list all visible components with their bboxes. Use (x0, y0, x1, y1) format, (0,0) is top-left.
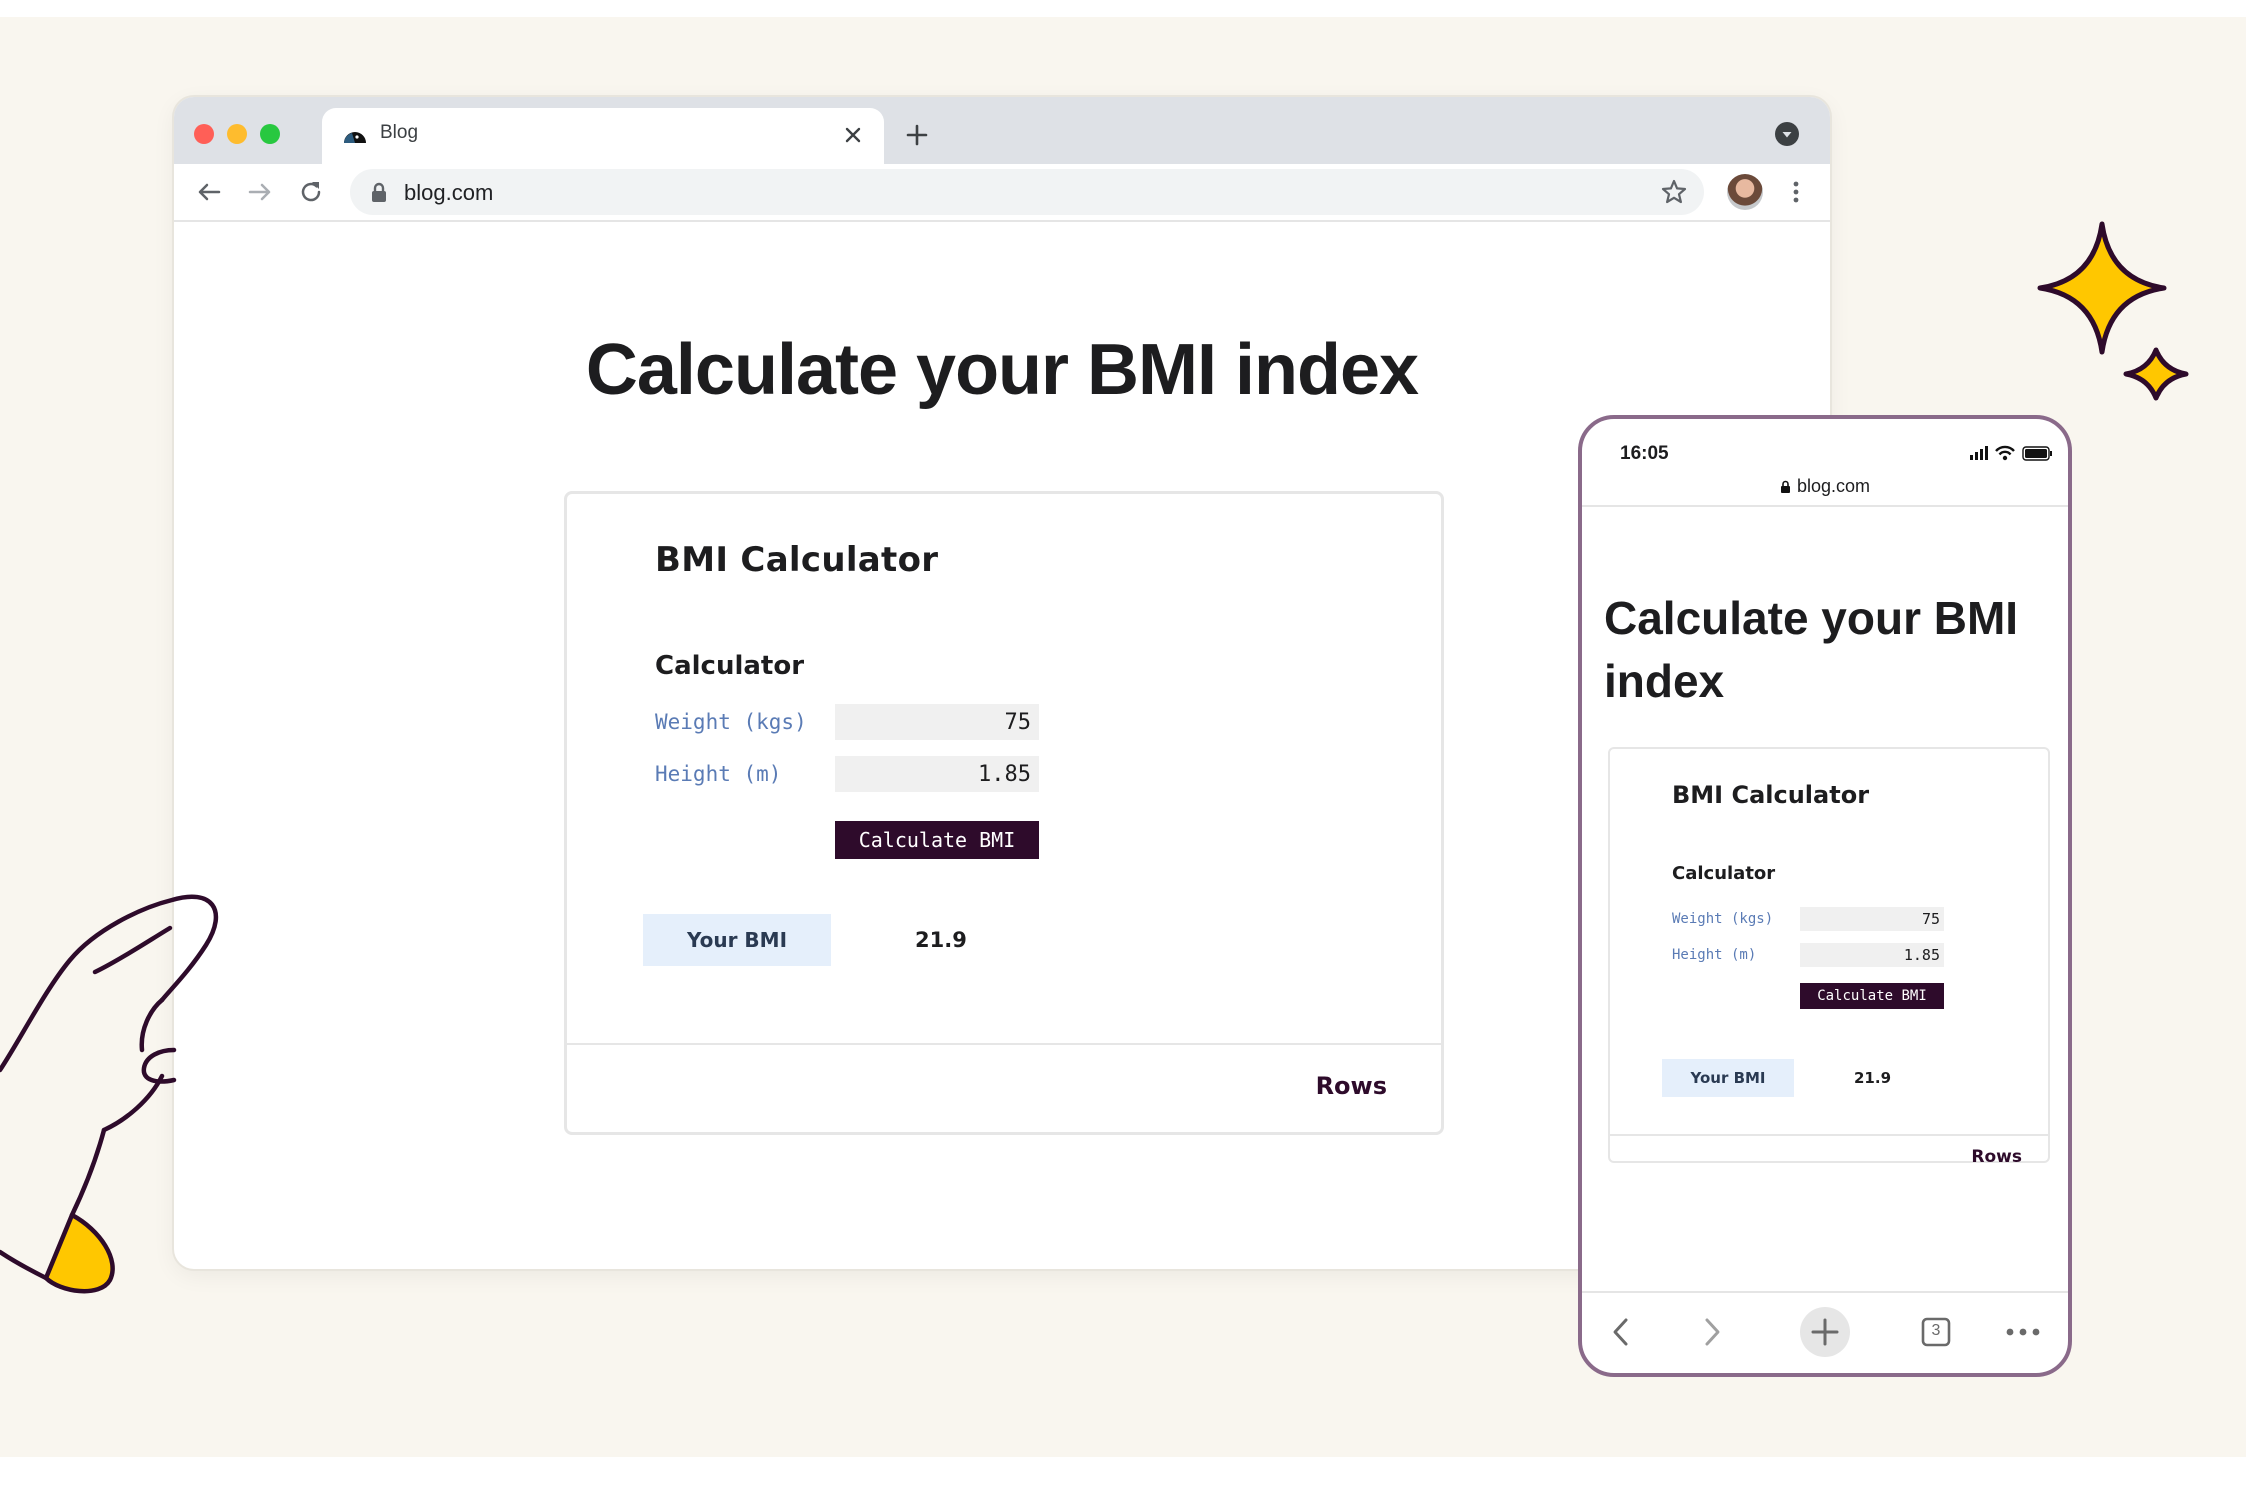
result-label: Your BMI (643, 914, 831, 966)
result-value: 21.9 (915, 928, 967, 952)
header-divider (1582, 505, 2068, 507)
lock-icon (372, 182, 386, 202)
card-title: BMI Calculator (655, 540, 939, 580)
reload-icon[interactable] (296, 177, 326, 207)
blog-favicon-icon (344, 132, 366, 143)
mobile-height-label: Height (m) (1672, 947, 1757, 963)
plus-icon[interactable] (1798, 1305, 1852, 1359)
mobile-page-title: Calculate your BMI index (1604, 592, 2019, 707)
calculate-bmi-button[interactable]: Calculate BMI (835, 821, 1039, 859)
address-bar[interactable]: blog.com (350, 169, 1704, 215)
mobile-address-bar[interactable]: blog.com (1582, 476, 2068, 497)
mobile-card-title: BMI Calculator (1672, 781, 1870, 809)
sparkle-stars-icon (2037, 221, 2189, 401)
status-icons (1970, 445, 2052, 461)
wifi-icon (1995, 445, 2015, 461)
arrow-right-icon[interactable] (245, 177, 275, 207)
battery-icon (2022, 446, 2052, 461)
chevron-left-icon[interactable] (1594, 1305, 1648, 1359)
close-window-button[interactable] (194, 124, 214, 144)
arrow-left-icon[interactable] (194, 177, 224, 207)
height-label: Height (m) (655, 762, 782, 786)
more-options-icon[interactable] (1996, 1305, 2050, 1359)
lock-icon (1780, 480, 1790, 493)
mobile-card-divider (1610, 1134, 2048, 1136)
minimize-window-button[interactable] (227, 124, 247, 144)
mobile-section-label: Calculator (1672, 863, 1776, 884)
profile-avatar[interactable] (1727, 174, 1763, 210)
tab-blog[interactable]: Blog (322, 108, 884, 164)
mobile-result-value: 21.9 (1854, 1069, 1892, 1087)
mobile-weight-input[interactable] (1800, 907, 1944, 931)
weight-input[interactable] (835, 704, 1039, 740)
height-input[interactable] (835, 756, 1039, 792)
section-label: Calculator (655, 651, 805, 681)
tab-strip: Blog (174, 97, 1830, 164)
signal-icon (1970, 446, 1988, 460)
card-divider (567, 1043, 1441, 1045)
star-icon[interactable] (1660, 178, 1688, 206)
rows-link[interactable]: Rows (1316, 1072, 1387, 1100)
weight-label: Weight (kgs) (655, 710, 807, 734)
browser-toolbar: blog.com (174, 164, 1830, 222)
url-text: blog.com (404, 180, 494, 205)
mobile-result-label: Your BMI (1662, 1059, 1794, 1097)
bmi-calculator-card: BMI Calculator Calculator Weight (kgs) H… (564, 491, 1444, 1135)
tabs-button[interactable]: 3 (1909, 1305, 1963, 1359)
mobile-phone: 16:05 blog.com Calculate your BMI index … (1578, 415, 2072, 1377)
mobile-rows-link[interactable]: Rows (1971, 1147, 2022, 1167)
mobile-bmi-calculator-card: BMI Calculator Calculator Weight (kgs) H… (1608, 747, 2050, 1167)
mobile-weight-label: Weight (kgs) (1672, 911, 1774, 927)
kebab-menu-icon[interactable] (1786, 177, 1806, 207)
tab-title: Blog (380, 122, 419, 143)
page-title: Calculate your BMI index (585, 330, 1419, 410)
mobile-url-text: blog.com (1796, 476, 1871, 496)
plus-icon[interactable] (902, 120, 932, 150)
tab-count: 3 (1931, 1322, 1941, 1339)
hand-illustration (0, 894, 219, 1294)
status-time: 16:05 (1620, 443, 1669, 464)
bottom-bar-divider (1582, 1291, 2068, 1293)
tab-search-icon[interactable] (1774, 121, 1800, 147)
maximize-window-button[interactable] (260, 124, 280, 144)
chevron-right-icon[interactable] (1685, 1305, 1739, 1359)
mobile-height-input[interactable] (1800, 943, 1944, 967)
close-icon[interactable] (840, 122, 866, 148)
mobile-calculate-bmi-button[interactable]: Calculate BMI (1800, 983, 1944, 1009)
